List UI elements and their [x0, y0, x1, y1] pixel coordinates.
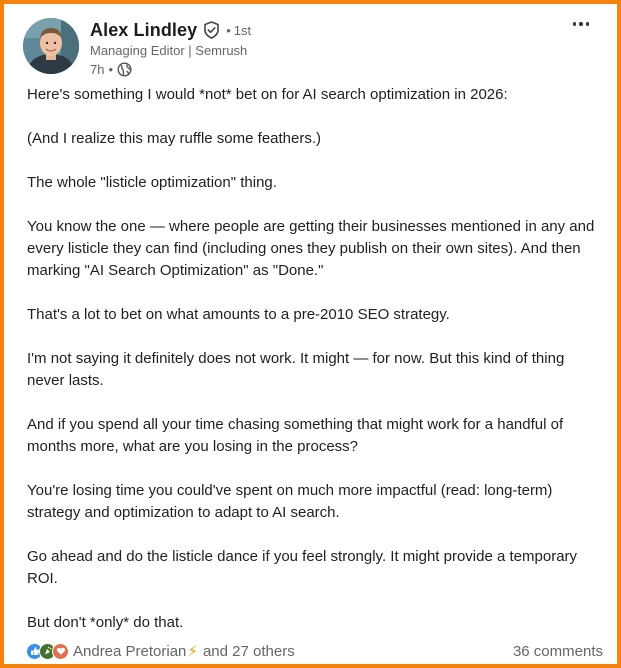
author-avatar[interactable]	[23, 18, 79, 74]
globe-icon	[117, 61, 132, 77]
verified-icon	[203, 21, 220, 39]
post-paragraph: Go ahead and do the listicle dance if yo…	[27, 548, 578, 587]
more-options-button[interactable]	[569, 14, 593, 34]
post-paragraph: You're losing time you could've spent on…	[27, 482, 553, 521]
more-dot	[572, 22, 577, 26]
post-paragraph: And if you spend all your time chasing s…	[27, 416, 564, 455]
post-paragraph: That's a lot to bet on what amounts to a…	[27, 306, 450, 323]
post-header: Alex Lindley • 1st Managing Editor | Sem…	[23, 14, 603, 77]
post-paragraph: You know the one — where people are gett…	[27, 218, 595, 279]
social-counts: Andrea Pretorian ⚡ and 27 others 36 comm…	[26, 640, 603, 662]
reactor-name[interactable]: Andrea Pretorian	[73, 643, 186, 660]
post-paragraph: The whole "listicle optimization" thing.	[27, 174, 277, 191]
author-info: Alex Lindley • 1st Managing Editor | Sem…	[90, 18, 251, 77]
more-dot	[579, 22, 583, 26]
post-paragraph: But don't *only* do that.	[27, 614, 184, 631]
post-meta: 7h •	[90, 61, 251, 77]
reaction-icons[interactable]	[26, 642, 69, 660]
post-body: Here's something I would *not* bet on fo…	[27, 84, 602, 634]
post-time[interactable]: 7h	[90, 62, 104, 77]
separator-dot: •	[226, 22, 231, 38]
avatar-image	[23, 18, 79, 74]
love-icon	[52, 642, 69, 660]
more-dot	[585, 22, 590, 26]
lightning-icon: ⚡	[187, 643, 198, 660]
post-card: Alex Lindley • 1st Managing Editor | Sem…	[0, 0, 621, 668]
separator-dot: •	[108, 61, 114, 77]
author-name-row: Alex Lindley • 1st	[90, 18, 251, 42]
post-paragraph: Here's something I would *not* bet on fo…	[27, 86, 508, 103]
other-reactors[interactable]: and 27 others	[203, 643, 295, 660]
author-name[interactable]: Alex Lindley	[90, 20, 197, 41]
post-paragraph: (And I realize this may ruffle some feat…	[27, 130, 322, 147]
comments-count[interactable]: 36 comments	[513, 643, 603, 660]
connection-degree: 1st	[233, 22, 252, 38]
author-headline: Managing Editor | Semrush	[90, 43, 248, 58]
post-paragraph: I'm not saying it definitely does not wo…	[27, 350, 565, 389]
